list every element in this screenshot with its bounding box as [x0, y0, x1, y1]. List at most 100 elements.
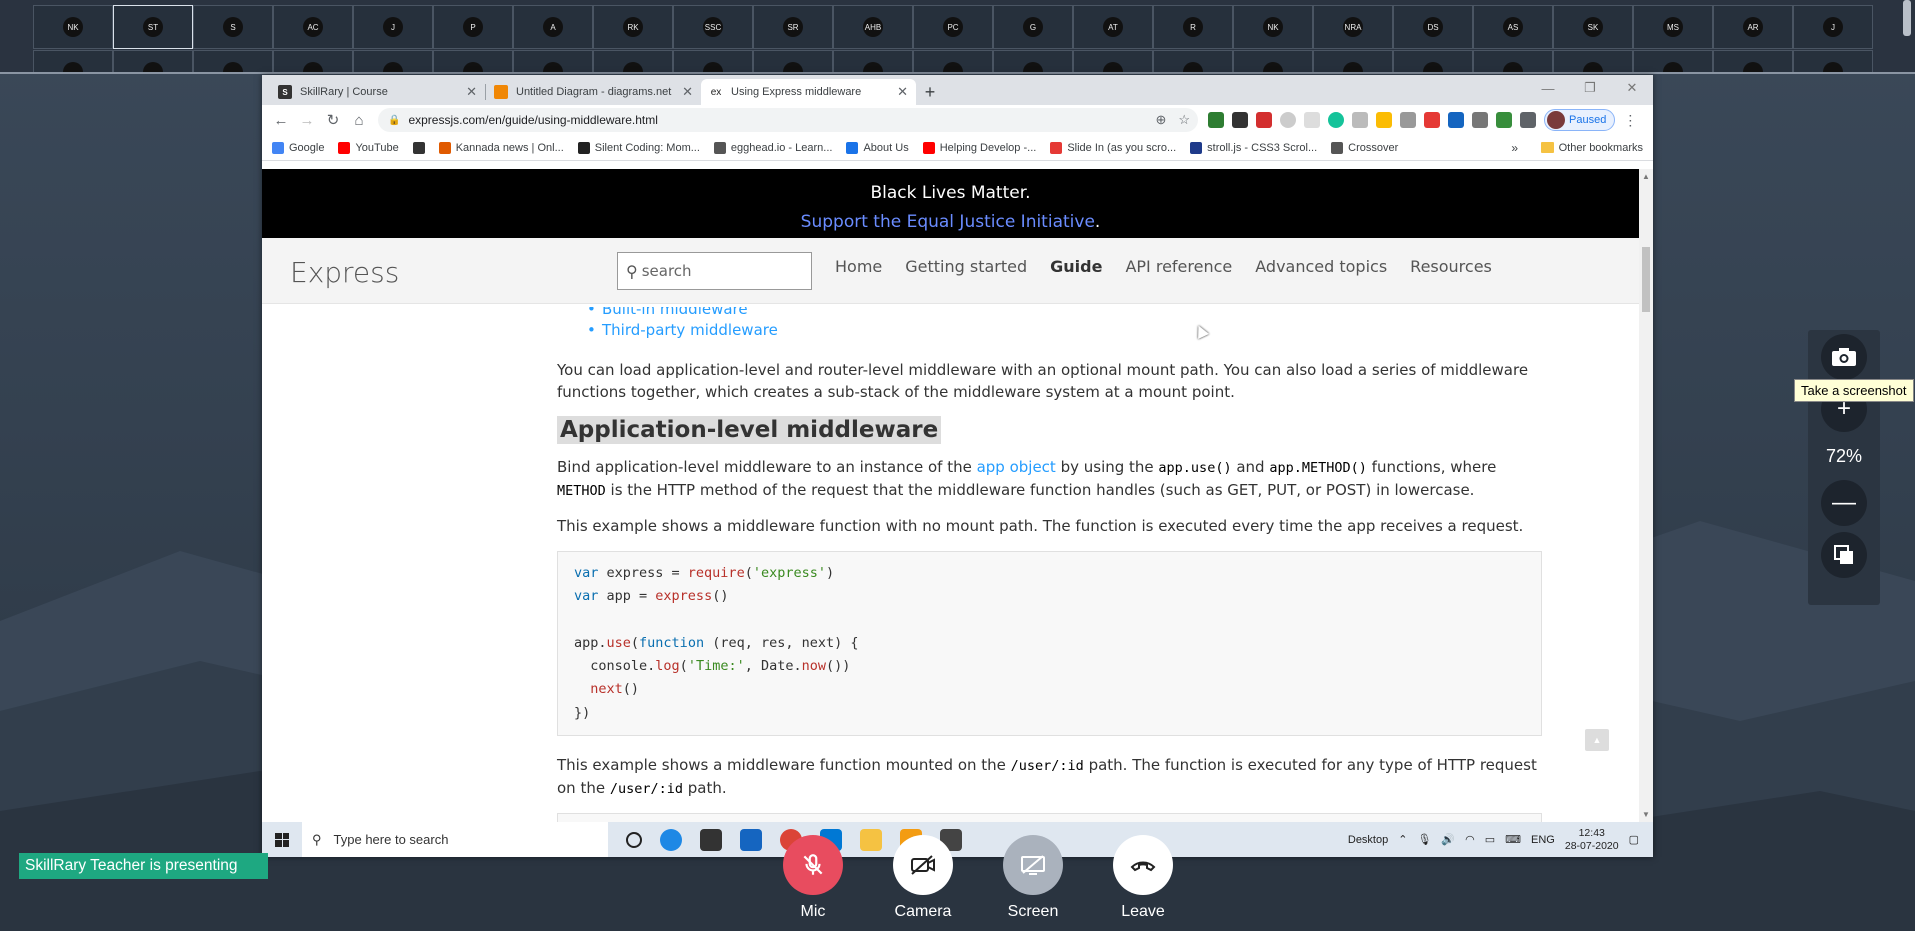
- minimize-icon[interactable]: —: [1527, 75, 1569, 101]
- new-tab-button[interactable]: +: [916, 79, 944, 105]
- extension-icon[interactable]: [1352, 112, 1368, 128]
- nav-resources[interactable]: Resources: [1410, 257, 1492, 276]
- other-bookmarks[interactable]: Other bookmarks: [1540, 142, 1643, 154]
- start-button[interactable]: [262, 832, 302, 847]
- participant-tile[interactable]: AS: [1473, 5, 1553, 49]
- notification-icon[interactable]: ▢: [1629, 833, 1639, 846]
- participant-tile[interactable]: PC: [913, 5, 993, 49]
- extension-icon[interactable]: [1256, 112, 1272, 128]
- participant-tile[interactable]: P: [433, 5, 513, 49]
- nav-advanced-topics[interactable]: Advanced topics: [1255, 257, 1387, 276]
- participant-tile[interactable]: R: [1153, 5, 1233, 49]
- tab-diagrams[interactable]: Untitled Diagram - diagrams.net ✕: [486, 79, 701, 105]
- mic-off-button[interactable]: [783, 835, 843, 895]
- bookmark-item[interactable]: Crossover: [1331, 141, 1398, 154]
- puzzle-icon[interactable]: [1520, 112, 1536, 128]
- extension-icon[interactable]: [1208, 112, 1224, 128]
- nav-api-reference[interactable]: API reference: [1125, 257, 1232, 276]
- participant-tile[interactable]: AR: [1713, 5, 1793, 49]
- scroll-up-icon[interactable]: ▲: [1642, 172, 1650, 181]
- participant-tile[interactable]: [353, 50, 433, 72]
- bookmark-item[interactable]: About Us: [846, 141, 909, 154]
- page-scrollbar[interactable]: ▲ ▼: [1639, 169, 1653, 822]
- participant-tile[interactable]: [1313, 50, 1393, 72]
- tab-skillrary[interactable]: S SkillRary | Course ✕: [270, 79, 485, 105]
- participant-tile[interactable]: [913, 50, 993, 72]
- participant-tile[interactable]: S: [193, 5, 273, 49]
- volume-icon[interactable]: 🔊: [1441, 833, 1455, 846]
- extension-icon[interactable]: [1496, 112, 1512, 128]
- home-icon[interactable]: ⌂: [346, 107, 372, 133]
- keyboard-icon[interactable]: ⌨: [1505, 833, 1521, 846]
- chevron-up-icon[interactable]: ⌃: [1398, 833, 1407, 846]
- camera-ext-icon[interactable]: [1400, 112, 1416, 128]
- nav-guide[interactable]: Guide: [1050, 257, 1102, 276]
- nav-home[interactable]: Home: [835, 257, 882, 276]
- participant-tile[interactable]: [593, 50, 673, 72]
- reload-icon[interactable]: ↻: [320, 107, 346, 133]
- cortana-icon[interactable]: [626, 831, 642, 848]
- scrollbar-thumb[interactable]: [1642, 247, 1650, 312]
- bookmark-item[interactable]: Kannada news | Onl...: [438, 141, 564, 154]
- participant-tile[interactable]: DS: [1393, 5, 1473, 49]
- participant-tile[interactable]: [1153, 50, 1233, 72]
- restore-icon[interactable]: ❐: [1569, 75, 1611, 101]
- screen-share-button[interactable]: [1003, 835, 1063, 895]
- pen-icon[interactable]: [1424, 112, 1440, 128]
- bookmark-item[interactable]: stroll.js - CSS3 Scrol...: [1190, 141, 1317, 154]
- taskbar-search-input[interactable]: ⚲ Type here to search: [302, 822, 608, 857]
- extension-icon[interactable]: [1280, 112, 1296, 128]
- bookmark-item[interactable]: Google: [272, 141, 324, 154]
- menu-icon[interactable]: ⋮: [1623, 112, 1637, 129]
- close-icon[interactable]: ✕: [682, 84, 693, 100]
- participant-tile[interactable]: NRA: [1313, 5, 1393, 49]
- participant-tile[interactable]: [1793, 50, 1873, 72]
- participant-tile[interactable]: MS: [1633, 5, 1713, 49]
- star-icon[interactable]: ☆: [1178, 112, 1190, 128]
- profile-button[interactable]: Paused: [1544, 109, 1616, 131]
- toc-item-builtin[interactable]: Built-in middleware: [587, 307, 1542, 319]
- bookmark-item[interactable]: egghead.io - Learn...: [713, 141, 832, 154]
- bookmark-item[interactable]: Slide In (as you scro...: [1050, 141, 1176, 154]
- battery-icon[interactable]: ▭: [1485, 833, 1495, 846]
- participant-tile[interactable]: [433, 50, 513, 72]
- app-object-link[interactable]: app object: [977, 458, 1056, 476]
- participant-tile[interactable]: [1073, 50, 1153, 72]
- participant-tile[interactable]: NK: [33, 5, 113, 49]
- bookmarks-overflow-icon[interactable]: »: [1511, 141, 1518, 155]
- extension-icon[interactable]: [1448, 112, 1464, 128]
- participant-tile[interactable]: AC: [273, 5, 353, 49]
- extension-icon[interactable]: [1304, 112, 1320, 128]
- nav-getting-started[interactable]: Getting started: [905, 257, 1027, 276]
- participant-tile[interactable]: [1233, 50, 1313, 72]
- wifi-icon[interactable]: ◠: [1465, 833, 1475, 846]
- close-icon[interactable]: ✕: [897, 84, 908, 100]
- participant-tile[interactable]: [753, 50, 833, 72]
- participant-tile[interactable]: AT: [1073, 5, 1153, 49]
- leave-button[interactable]: [1113, 835, 1173, 895]
- extension-icon[interactable]: [1232, 112, 1248, 128]
- participant-tile[interactable]: G: [993, 5, 1073, 49]
- copy-screen-button[interactable]: [1821, 532, 1867, 578]
- participant-tile[interactable]: RK: [593, 5, 673, 49]
- drive-icon[interactable]: [1376, 112, 1392, 128]
- strip-scrollbar[interactable]: [1903, 0, 1911, 36]
- participant-tile[interactable]: J: [353, 5, 433, 49]
- participant-tile[interactable]: [113, 50, 193, 72]
- bookmark-item[interactable]: Silent Coding: Mom...: [577, 141, 700, 154]
- address-bar[interactable]: 🔒 expressjs.com/en/guide/using-middlewar…: [378, 108, 1198, 132]
- participant-tile[interactable]: [833, 50, 913, 72]
- participant-tile[interactable]: [1713, 50, 1793, 72]
- back-icon[interactable]: ←: [268, 107, 294, 133]
- eji-link[interactable]: Support the Equal Justice Initiative: [801, 212, 1095, 232]
- close-window-icon[interactable]: ✕: [1611, 75, 1653, 101]
- participant-tile[interactable]: SSC: [673, 5, 753, 49]
- participant-tile[interactable]: [193, 50, 273, 72]
- participant-tile[interactable]: [1473, 50, 1553, 72]
- back-to-top-button[interactable]: ▲: [1585, 729, 1609, 751]
- zoom-icon[interactable]: ⊕: [1155, 112, 1166, 128]
- zoom-out-button[interactable]: —: [1821, 480, 1867, 526]
- express-logo[interactable]: Express: [290, 256, 399, 289]
- participant-tile[interactable]: [993, 50, 1073, 72]
- site-search-input[interactable]: ⚲ search: [617, 252, 812, 290]
